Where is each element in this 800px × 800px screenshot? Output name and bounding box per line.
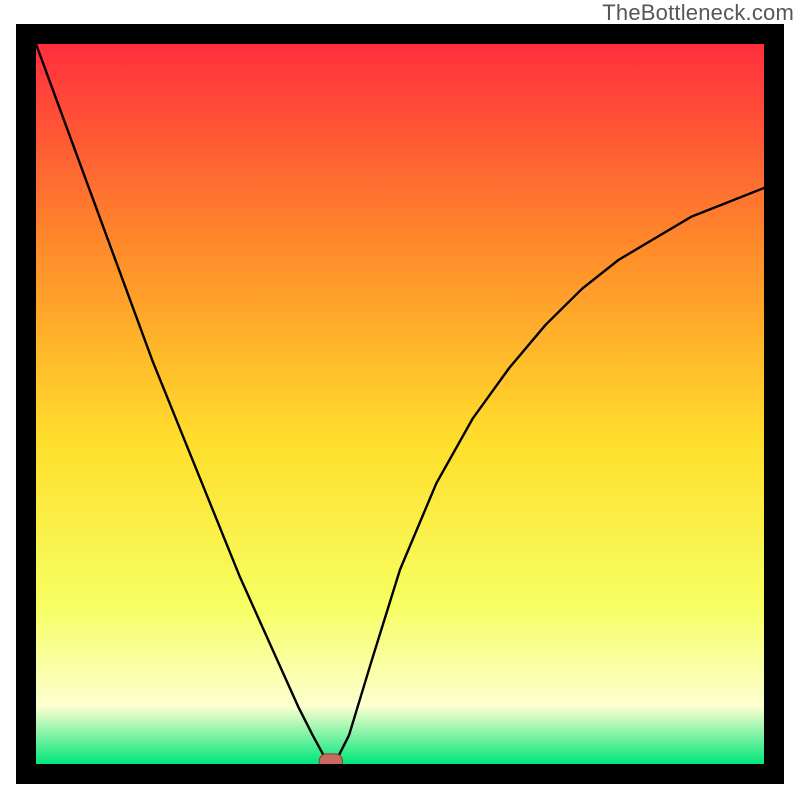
plot-area [36, 44, 764, 764]
chart-svg [36, 44, 764, 764]
optimal-point-marker [319, 754, 342, 764]
plot-frame [16, 24, 784, 784]
gradient-background [36, 44, 764, 764]
chart-container: TheBottleneck.com [0, 0, 800, 800]
watermark-text: TheBottleneck.com [602, 0, 794, 26]
